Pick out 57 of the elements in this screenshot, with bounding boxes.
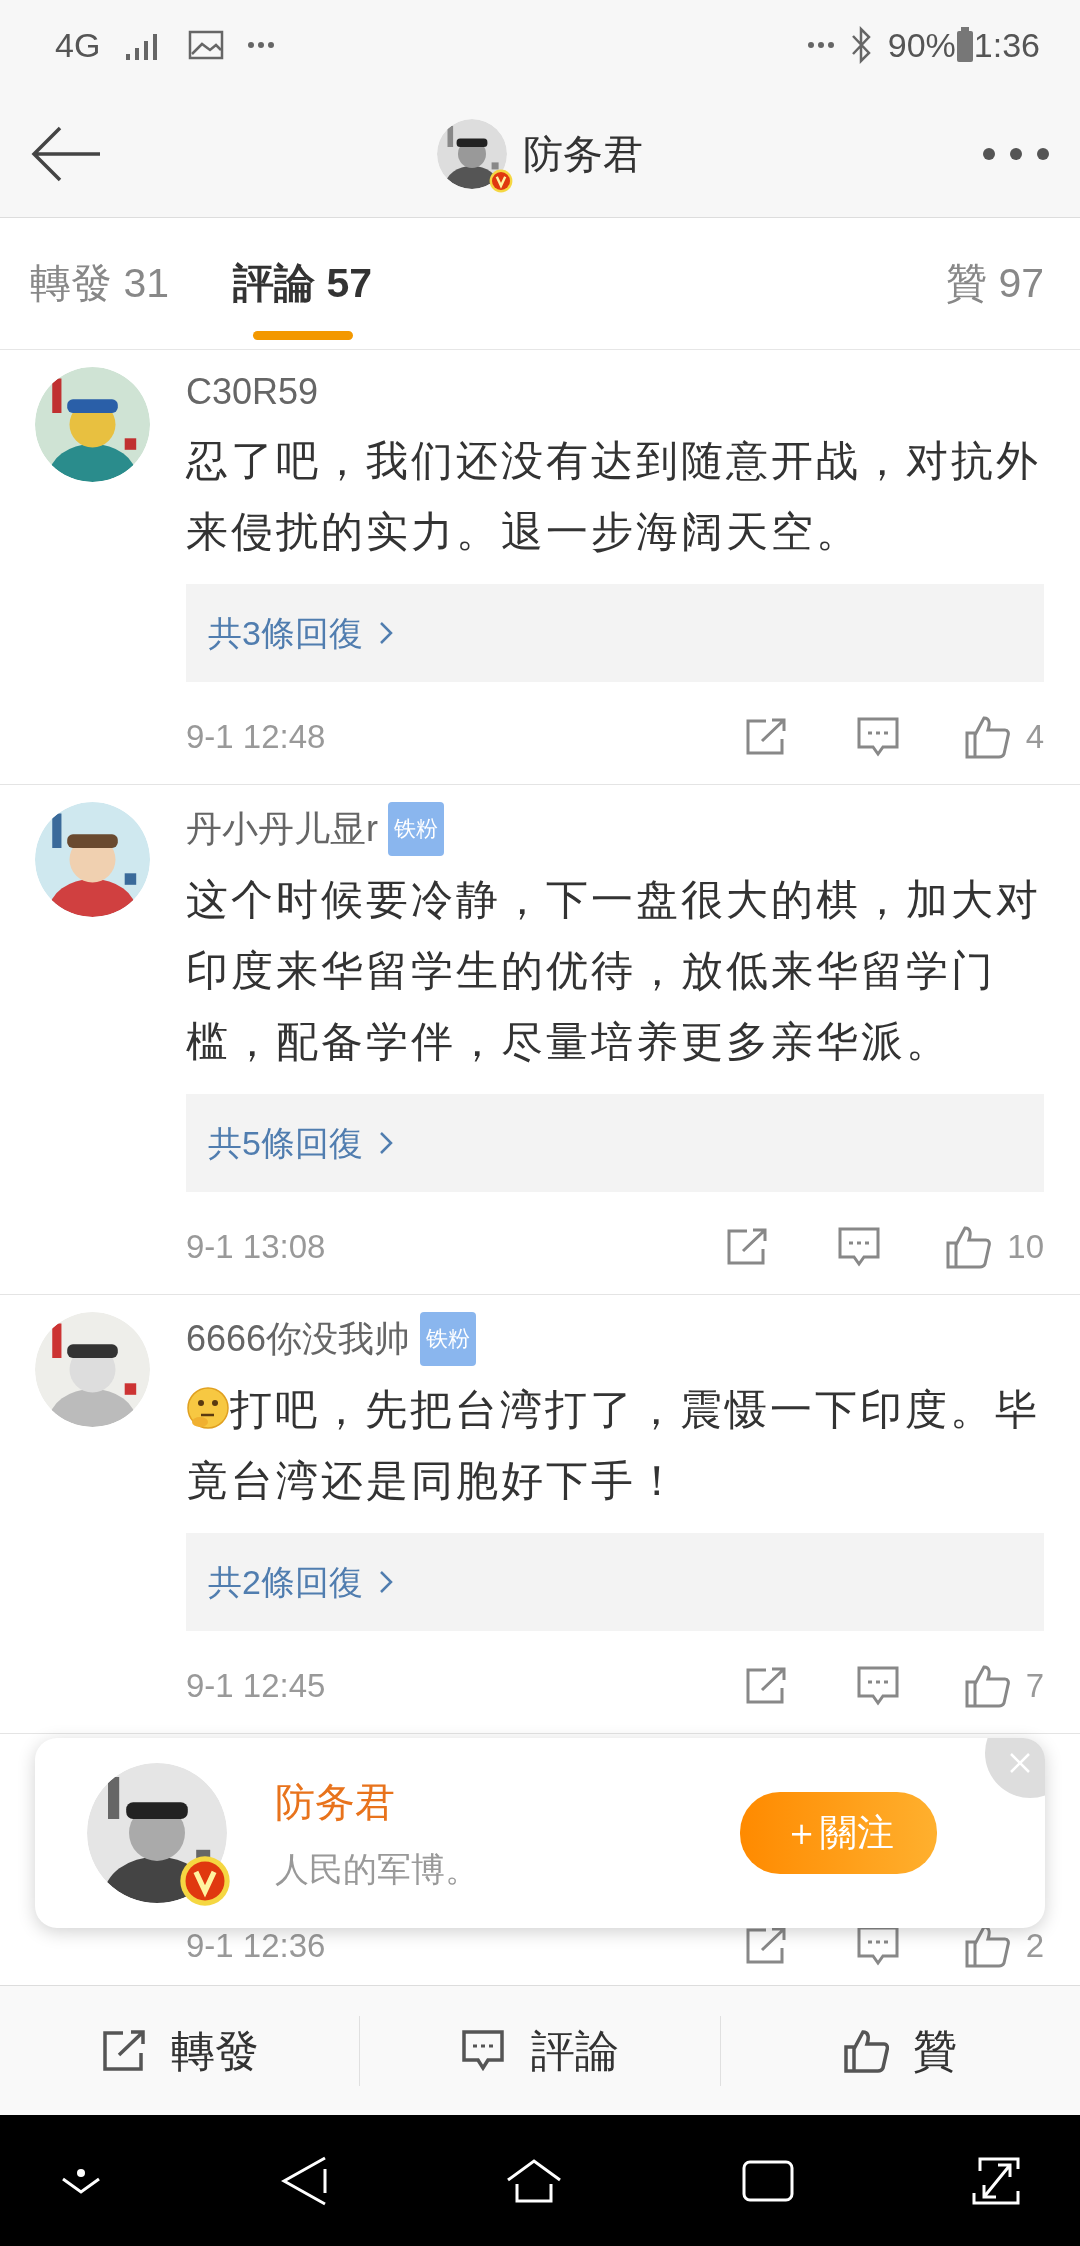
- back-icon[interactable]: [30, 124, 102, 183]
- like-button[interactable]: 贊: [720, 1986, 1080, 2116]
- like-count: 10: [1007, 1227, 1044, 1268]
- replies-link[interactable]: 共3條回復: [186, 584, 1044, 682]
- user-name[interactable]: C30R59: [186, 367, 319, 417]
- comment-icon[interactable]: [855, 1925, 900, 1967]
- user-name[interactable]: 6666你没我帅: [186, 1314, 411, 1364]
- share-icon: [100, 2029, 147, 2073]
- like-icon[interactable]: [963, 715, 1010, 759]
- user-name[interactable]: 丹小丹儿显r: [186, 804, 378, 854]
- replies-link[interactable]: 共5條回復: [186, 1094, 1044, 1192]
- like-icon[interactable]: [945, 1225, 992, 1269]
- tab[interactable]: 轉發 31: [30, 217, 169, 350]
- like-icon[interactable]: [963, 1664, 1010, 1708]
- comment-button[interactable]: 評論: [360, 1986, 720, 2116]
- like-icon: [843, 2029, 890, 2073]
- comment-icon: [461, 2029, 507, 2073]
- more-icon[interactable]: [982, 146, 1050, 161]
- recent-apps-icon[interactable]: [741, 2159, 794, 2202]
- fan-badge: 铁粉: [388, 802, 444, 856]
- comment-time: 9-1 13:08: [186, 1227, 326, 1268]
- account-name: 防务君: [523, 130, 643, 178]
- like-count: 2: [1025, 1926, 1044, 1967]
- battery-level: 90%: [887, 24, 956, 66]
- tab[interactable]: 評論 57: [233, 217, 372, 350]
- comment-text: 忍了吧，我们还没有达到随意开战，对抗外来侵扰的实力。退一步海阔天空。: [186, 436, 1042, 557]
- bluetooth-icon: [849, 26, 872, 64]
- comment-text: 这个时候要冷静，下一盘很大的棋，加大对印度来华留学生的优待，放低来华留学门槛，配备学伴，尽量培养更多亲华派。: [186, 875, 1042, 1067]
- like-count: 4: [1025, 717, 1044, 758]
- battery-icon: [955, 27, 974, 63]
- replies-link[interactable]: 共2條回復: [186, 1533, 1044, 1631]
- chevron-right-icon: [378, 1570, 393, 1594]
- chevron-right-icon: [378, 621, 393, 645]
- close-icon: [1009, 1752, 1031, 1774]
- home-icon[interactable]: [505, 2157, 563, 2204]
- comment-time: 9-1 12:45: [186, 1666, 326, 1707]
- more-icon: [807, 41, 834, 49]
- fan-badge: 铁粉: [420, 1312, 477, 1366]
- tab[interactable]: 贊 97: [946, 217, 1044, 350]
- network-indicator: 4G: [55, 24, 101, 66]
- thinking-emoji-icon: [186, 1386, 230, 1430]
- account-name[interactable]: 防务君: [275, 1771, 479, 1832]
- share-icon[interactable]: [725, 1227, 770, 1267]
- comment-time: 9-1 12:36: [186, 1926, 326, 1967]
- comment-text: 打吧，先把台湾打了，震慑一下印度。毕竟台湾还是同胞好下手！: [186, 1385, 1041, 1506]
- like-count: 7: [1025, 1666, 1044, 1707]
- image-icon: [188, 30, 225, 60]
- comment-icon[interactable]: [855, 1665, 900, 1707]
- account-bio: 人民的军博。: [275, 1848, 479, 1890]
- comment-time: 9-1 12:48: [186, 717, 326, 758]
- back-icon[interactable]: [280, 2154, 327, 2207]
- chevron-right-icon: [378, 1131, 393, 1155]
- more-icon: [248, 41, 275, 49]
- repost-button[interactable]: 轉發: [0, 1986, 360, 2116]
- comment-icon[interactable]: [837, 1226, 882, 1268]
- comment-icon[interactable]: [855, 716, 900, 758]
- clock: 1:36: [973, 24, 1040, 66]
